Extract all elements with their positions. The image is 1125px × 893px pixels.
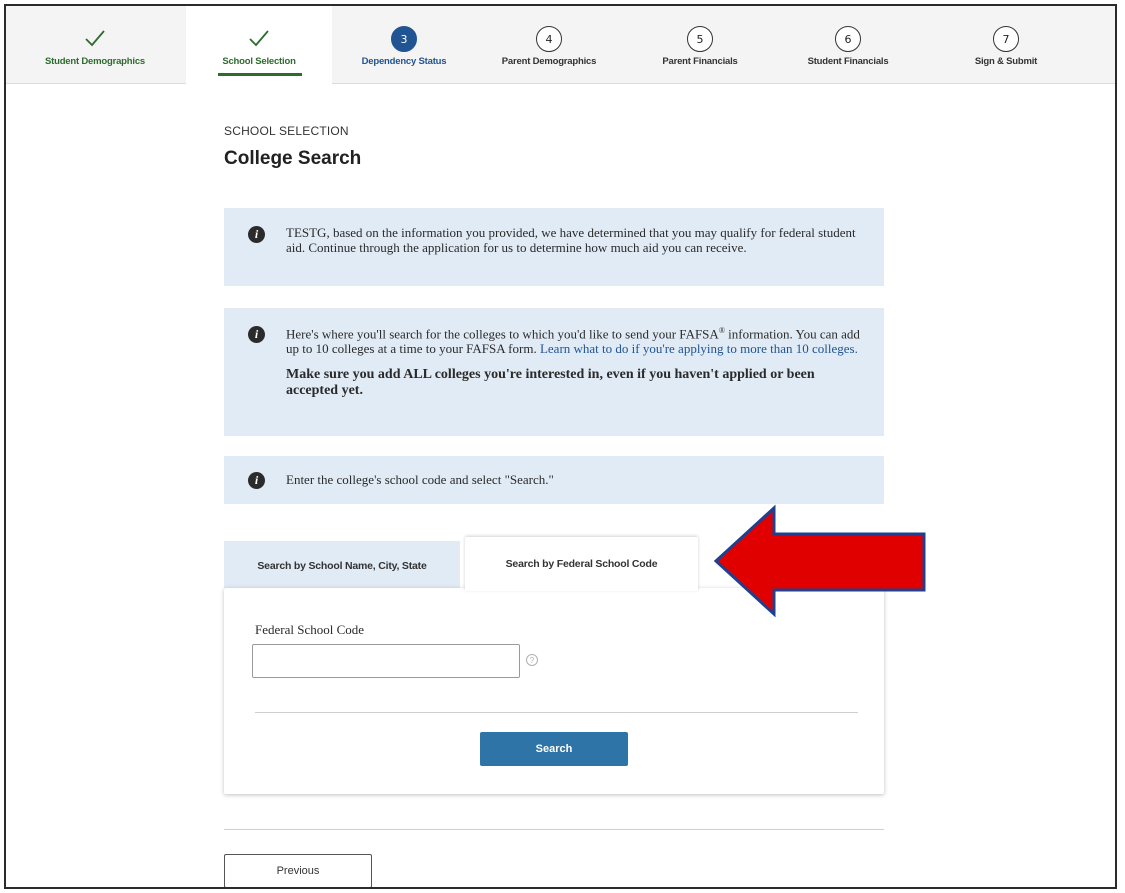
step-parent-demographics[interactable]: 4 Parent Demographics	[486, 6, 612, 84]
step-dependency-status[interactable]: 3 Dependency Status	[342, 6, 466, 84]
step-student-financials[interactable]: 6 Student Financials	[788, 6, 908, 84]
instructions-alert: i Here's where you'll search for the col…	[224, 308, 884, 436]
learn-more-link[interactable]: Learn what to do if you're applying to m…	[540, 341, 858, 356]
step-label: Student Financials	[807, 56, 889, 67]
info-icon: i	[248, 226, 265, 243]
step-number-badge: 5	[687, 26, 713, 52]
step-label: Dependency Status	[361, 56, 447, 67]
step-label: School Selection	[222, 56, 296, 67]
tab-search-by-code[interactable]: Search by Federal School Code	[465, 537, 698, 591]
active-step-underline	[218, 73, 302, 76]
info-icon: i	[248, 326, 265, 343]
application-frame: Student Demographics School Selection 3 …	[4, 4, 1117, 889]
step-number-badge: 7	[993, 26, 1019, 52]
step-label: Parent Demographics	[501, 56, 597, 67]
page-title: College Search	[224, 148, 362, 169]
school-code-input[interactable]	[252, 644, 520, 678]
tab-search-by-name[interactable]: Search by School Name, City, State	[224, 541, 460, 591]
step-label: Sign & Submit	[974, 56, 1038, 67]
step-sign-submit[interactable]: 7 Sign & Submit	[954, 6, 1058, 84]
step-parent-financials[interactable]: 5 Parent Financials	[642, 6, 758, 84]
page-divider	[224, 829, 884, 830]
progress-stepper: Student Demographics School Selection 3 …	[6, 6, 1115, 84]
emphasis-text: Make sure you add ALL colleges you're in…	[286, 367, 815, 399]
step-student-demographics[interactable]: Student Demographics	[6, 6, 184, 84]
info-icon: i	[248, 472, 265, 489]
step-number-badge: 3	[391, 26, 417, 52]
search-button[interactable]: Search	[480, 732, 628, 766]
step-label: Parent Financials	[662, 56, 738, 67]
school-code-label: Federal School Code	[255, 622, 365, 637]
step-number-badge: 4	[536, 26, 562, 52]
checkmark-icon	[85, 30, 105, 47]
red-arrow-annotation-icon	[713, 504, 926, 618]
section-eyebrow: SCHOOL SELECTION	[224, 124, 349, 138]
checkmark-icon	[249, 30, 269, 47]
alert-text: Enter the college's school code and sele…	[286, 472, 554, 487]
search-card: Federal School Code ? Search	[224, 588, 884, 794]
alert-text: TESTG, based on the information you prov…	[286, 225, 856, 255]
eligibility-alert: i TESTG, based on the information you pr…	[224, 208, 884, 286]
alert-body: Here's where you'll search for the colle…	[286, 323, 868, 399]
step-school-selection[interactable]: School Selection	[186, 6, 332, 84]
code-hint-alert: i Enter the college's school code and se…	[224, 456, 884, 504]
step-number-badge: 6	[835, 26, 861, 52]
card-divider	[255, 712, 858, 713]
step-label: Student Demographics	[45, 56, 145, 67]
previous-button[interactable]: Previous	[224, 854, 372, 887]
help-icon[interactable]: ?	[526, 654, 538, 666]
